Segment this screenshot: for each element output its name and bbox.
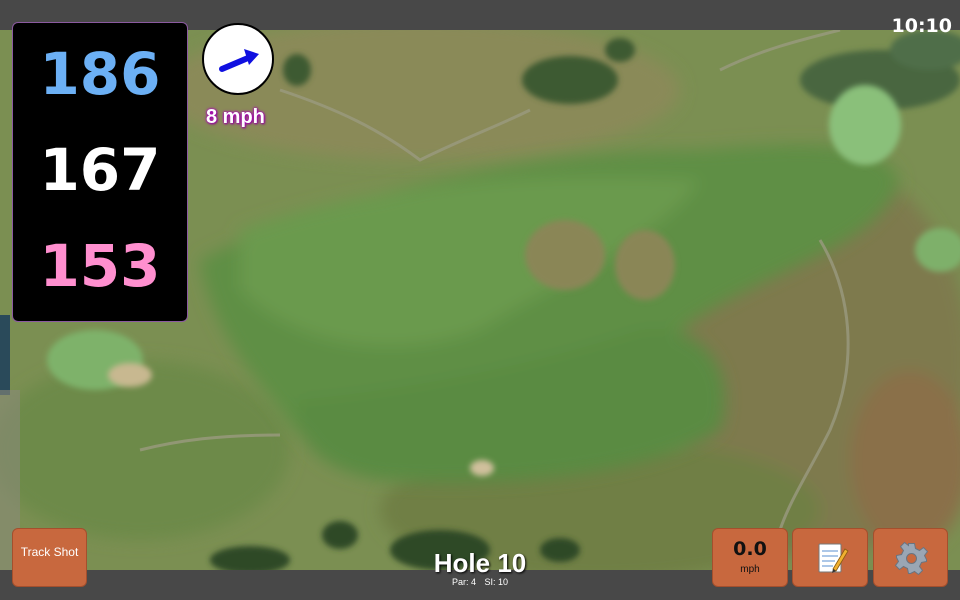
track-shot-label: Track Shot <box>20 545 79 559</box>
distance-panel: 186 167 153 <box>12 22 188 322</box>
speed-button[interactable]: 0.0 mph <box>712 528 788 587</box>
wind-arrow-icon <box>219 49 259 72</box>
hole-title: Hole 10 <box>433 548 527 578</box>
track-shot-button[interactable]: Track Shot <box>12 528 87 587</box>
notepad-icon <box>818 543 849 573</box>
distance-front: 153 <box>39 232 161 300</box>
hole-par: Par: 4 <box>451 577 476 587</box>
distance-back: 186 <box>39 40 161 108</box>
wind-indicator <box>202 23 274 95</box>
hole-stroke-index: SI: 10 <box>484 577 509 587</box>
gear-icon <box>894 541 929 576</box>
speed-value: 0.0 <box>733 538 767 560</box>
speed-unit: mph <box>740 564 760 575</box>
wind-speed-label: 8 mph <box>206 106 265 128</box>
hole-info: Par: 4 SI: 10 <box>380 577 580 587</box>
distance-middle: 167 <box>39 136 161 204</box>
status-time: 10:10 <box>891 15 952 37</box>
notes-button[interactable] <box>792 528 868 587</box>
settings-button[interactable] <box>873 528 948 587</box>
